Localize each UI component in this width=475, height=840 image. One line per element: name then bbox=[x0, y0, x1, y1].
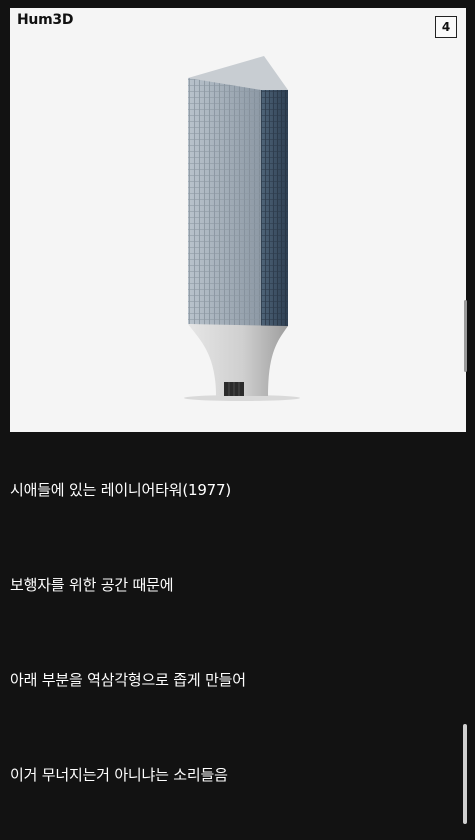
hum3d-logo: Hum3D bbox=[17, 12, 74, 28]
building-image[interactable]: Hum3D 4 bbox=[10, 8, 466, 432]
image-count-badge: 4 bbox=[435, 16, 457, 38]
scrollbar-thumb[interactable] bbox=[463, 724, 467, 824]
post-content: Hum3D 4 시애들에 있는 레이니어타워(1977) 보행자를 위한 공간 … bbox=[0, 0, 475, 840]
paragraph-4: 이거 무너지는거 아니냐는 소리들음 bbox=[10, 766, 228, 784]
tower-illustration bbox=[184, 56, 300, 401]
paragraph-1: 시애들에 있는 레이니어타워(1977) bbox=[10, 481, 232, 499]
paragraph-3: 아래 부분을 역삼각형으로 좁게 만들어 bbox=[10, 671, 246, 689]
image-scroll-indicator[interactable] bbox=[464, 300, 467, 372]
paragraph-2: 보행자를 위한 공간 때문에 bbox=[10, 576, 174, 594]
